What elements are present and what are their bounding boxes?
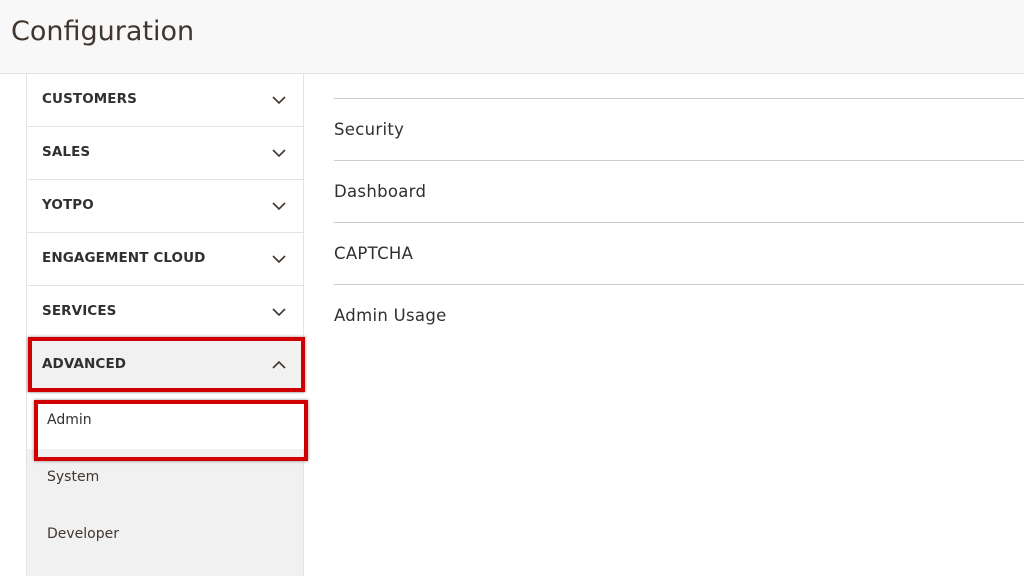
sidebar-section-label: ENGAGEMENT CLOUD [42, 250, 206, 266]
sidebar-section-advanced[interactable]: ADVANCED [27, 339, 303, 392]
page-title: Configuration [11, 16, 195, 47]
chevron-up-icon [271, 359, 287, 371]
sidebar-item-admin[interactable]: Admin [27, 393, 305, 449]
sidebar-section-label: CUSTOMERS [42, 91, 137, 107]
config-group-admin-usage[interactable]: Admin Usage [334, 284, 1024, 346]
sidebar-section-services[interactable]: SERVICES [27, 286, 303, 339]
sidebar-section-engagement-cloud[interactable]: ENGAGEMENT CLOUD [27, 233, 303, 286]
config-group-dashboard[interactable]: Dashboard [334, 160, 1024, 222]
group-title: Dashboard [334, 182, 427, 201]
chevron-down-icon [271, 306, 287, 318]
sidebar-item-label: Developer [47, 526, 120, 542]
chevron-down-icon [271, 253, 287, 265]
group-title: Admin Usage [334, 306, 447, 325]
sidebar-section-yotpo[interactable]: YOTPO [27, 180, 303, 233]
page-header: Configuration [0, 0, 1024, 74]
chevron-down-icon [271, 200, 287, 212]
sidebar-item-developer[interactable]: Developer [27, 507, 305, 563]
sidebar-section-label: SERVICES [42, 303, 117, 319]
sidebar-section-label: YOTPO [42, 197, 94, 213]
advanced-submenu: Admin System Developer [27, 392, 305, 576]
config-group-security[interactable]: Security [334, 98, 1024, 160]
sidebar-section-label: ADVANCED [42, 356, 127, 372]
group-title: CAPTCHA [334, 244, 414, 263]
chevron-down-icon [271, 94, 287, 106]
sidebar-item-label: Admin [47, 412, 92, 428]
sidebar-section-customers[interactable]: CUSTOMERS [27, 74, 303, 127]
sidebar-item-system[interactable]: System [27, 450, 305, 506]
group-title: Security [334, 120, 405, 139]
config-sidebar: CUSTOMERS SALES YOTPO ENGAGEMENT CLOUD S… [26, 74, 305, 576]
sidebar-section-label: SALES [42, 144, 91, 160]
sidebar-section-sales[interactable]: SALES [27, 127, 303, 180]
sidebar-item-label: System [47, 469, 100, 485]
config-group-captcha[interactable]: CAPTCHA [334, 222, 1024, 284]
config-content: Security Dashboard CAPTCHA Admin Usage [334, 98, 1024, 346]
chevron-down-icon [271, 147, 287, 159]
